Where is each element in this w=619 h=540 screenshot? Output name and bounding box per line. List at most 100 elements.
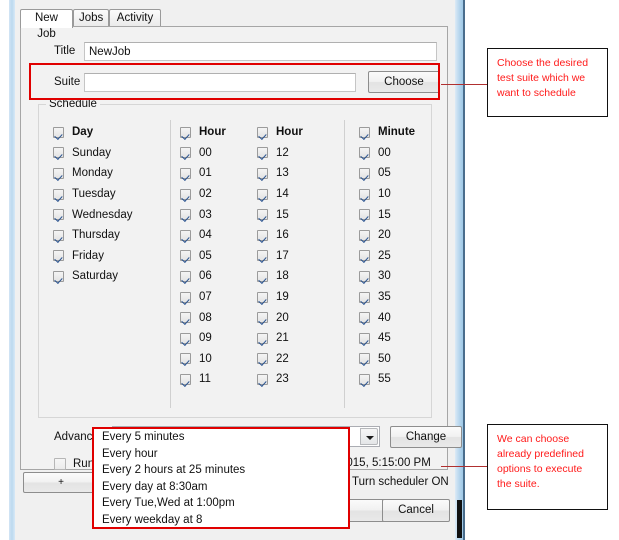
checkbox-checked-icon[interactable] — [257, 167, 268, 179]
checkbox-checked-icon[interactable] — [180, 373, 191, 385]
checkbox-checked-icon[interactable] — [359, 291, 370, 303]
checkbox-checked-icon[interactable] — [359, 332, 370, 344]
checkbox-checked-icon[interactable] — [359, 353, 370, 365]
checkbox-checked-icon[interactable] — [257, 126, 268, 138]
title-input[interactable] — [84, 42, 437, 61]
schedule-checkbox-row[interactable]: 03 — [180, 204, 250, 225]
schedule-checkbox-row[interactable]: 15 — [257, 204, 327, 225]
checkbox-checked-icon[interactable] — [257, 291, 268, 303]
schedule-checkbox-row[interactable]: 16 — [257, 225, 327, 246]
schedule-header-row[interactable]: Hour — [180, 122, 250, 143]
schedule-checkbox-row[interactable]: 00 — [180, 143, 250, 164]
advanced-dropdown-list[interactable]: Every 5 minutes Every hour Every 2 hours a… — [92, 427, 350, 529]
checkbox-checked-icon[interactable] — [257, 229, 268, 241]
checkbox-checked-icon[interactable] — [53, 229, 64, 241]
checkbox-checked-icon[interactable] — [359, 188, 370, 200]
checkbox-checked-icon[interactable] — [359, 270, 370, 282]
checkbox-checked-icon[interactable] — [359, 250, 370, 262]
checkbox-checked-icon[interactable] — [180, 229, 191, 241]
schedule-checkbox-row[interactable]: 50 — [359, 349, 439, 370]
add-button[interactable]: + — [23, 472, 99, 493]
dropdown-option[interactable]: Every hour — [94, 446, 348, 463]
schedule-checkbox-row[interactable]: Monday — [53, 163, 163, 184]
checkbox-checked-icon[interactable] — [180, 167, 191, 179]
checkbox-checked-icon[interactable] — [257, 332, 268, 344]
schedule-checkbox-row[interactable]: 45 — [359, 328, 439, 349]
schedule-checkbox-row[interactable]: 20 — [257, 307, 327, 328]
schedule-checkbox-row[interactable]: 25 — [359, 246, 439, 267]
checkbox-checked-icon[interactable] — [53, 126, 64, 138]
checkbox-checked-icon[interactable] — [53, 188, 64, 200]
schedule-checkbox-row[interactable]: Friday — [53, 246, 163, 267]
change-button[interactable]: Change — [390, 426, 462, 448]
schedule-checkbox-row[interactable]: 22 — [257, 349, 327, 370]
schedule-checkbox-row[interactable]: Thursday — [53, 225, 163, 246]
checkbox-checked-icon[interactable] — [180, 312, 191, 324]
checkbox-checked-icon[interactable] — [180, 332, 191, 344]
schedule-checkbox-row[interactable]: 13 — [257, 163, 327, 184]
schedule-checkbox-row[interactable]: 35 — [359, 287, 439, 308]
checkbox-checked-icon[interactable] — [53, 167, 64, 179]
schedule-checkbox-row[interactable]: 40 — [359, 307, 439, 328]
checkbox-checked-icon[interactable] — [180, 250, 191, 262]
schedule-checkbox-row[interactable]: 00 — [359, 143, 439, 164]
schedule-checkbox-row[interactable]: Tuesday — [53, 184, 163, 205]
checkbox-checked-icon[interactable] — [257, 250, 268, 262]
schedule-checkbox-row[interactable]: 14 — [257, 184, 327, 205]
checkbox-checked-icon[interactable] — [180, 209, 191, 221]
checkbox-checked-icon[interactable] — [257, 147, 268, 159]
schedule-checkbox-row[interactable]: 15 — [359, 204, 439, 225]
checkbox-checked-icon[interactable] — [257, 312, 268, 324]
schedule-checkbox-row[interactable]: 07 — [180, 287, 250, 308]
schedule-checkbox-row[interactable]: 09 — [180, 328, 250, 349]
schedule-checkbox-row[interactable]: 05 — [359, 163, 439, 184]
checkbox-checked-icon[interactable] — [53, 250, 64, 262]
schedule-checkbox-row[interactable]: Wednesday — [53, 204, 163, 225]
checkbox-checked-icon[interactable] — [359, 126, 370, 138]
tab-activity[interactable]: Activity — [109, 9, 161, 27]
dropdown-option[interactable]: Every Tue,Wed at 1:00pm — [94, 495, 348, 512]
schedule-checkbox-row[interactable]: 18 — [257, 266, 327, 287]
cancel-button[interactable]: Cancel — [382, 499, 450, 522]
schedule-checkbox-row[interactable]: 10 — [180, 349, 250, 370]
checkbox-checked-icon[interactable] — [180, 126, 191, 138]
dropdown-option[interactable]: Every 5 minutes — [94, 429, 348, 446]
checkbox-checked-icon[interactable] — [53, 270, 64, 282]
tab-new-job[interactable]: New Job — [20, 9, 73, 40]
checkbox-checked-icon[interactable] — [180, 188, 191, 200]
checkbox-checked-icon[interactable] — [257, 353, 268, 365]
schedule-checkbox-row[interactable]: 17 — [257, 246, 327, 267]
schedule-checkbox-row[interactable]: 19 — [257, 287, 327, 308]
checkbox-checked-icon[interactable] — [257, 270, 268, 282]
schedule-checkbox-row[interactable]: 04 — [180, 225, 250, 246]
schedule-checkbox-row[interactable]: 20 — [359, 225, 439, 246]
schedule-checkbox-row[interactable]: 23 — [257, 369, 327, 390]
checkbox-checked-icon[interactable] — [180, 353, 191, 365]
schedule-checkbox-row[interactable]: 06 — [180, 266, 250, 287]
checkbox-checked-icon[interactable] — [359, 312, 370, 324]
schedule-checkbox-row[interactable]: 01 — [180, 163, 250, 184]
schedule-checkbox-row[interactable]: 10 — [359, 184, 439, 205]
schedule-checkbox-row[interactable]: 30 — [359, 266, 439, 287]
schedule-checkbox-row[interactable]: 11 — [180, 369, 250, 390]
schedule-checkbox-row[interactable]: 12 — [257, 143, 327, 164]
checkbox-checked-icon[interactable] — [359, 147, 370, 159]
checkbox-checked-icon[interactable] — [359, 229, 370, 241]
schedule-checkbox-row[interactable]: 55 — [359, 369, 439, 390]
checkbox-checked-icon[interactable] — [257, 188, 268, 200]
chevron-down-icon[interactable] — [360, 428, 378, 445]
checkbox-checked-icon[interactable] — [53, 147, 64, 159]
checkbox-checked-icon[interactable] — [180, 147, 191, 159]
checkbox-checked-icon[interactable] — [257, 209, 268, 221]
checkbox-checked-icon[interactable] — [53, 209, 64, 221]
checkbox-checked-icon[interactable] — [359, 373, 370, 385]
schedule-header-row[interactable]: Day — [53, 122, 163, 143]
schedule-checkbox-row[interactable]: 02 — [180, 184, 250, 205]
schedule-header-row[interactable]: Minute — [359, 122, 439, 143]
tab-jobs[interactable]: Jobs — [73, 9, 109, 27]
checkbox-checked-icon[interactable] — [257, 373, 268, 385]
checkbox-checked-icon[interactable] — [180, 291, 191, 303]
checkbox-checked-icon[interactable] — [180, 270, 191, 282]
dropdown-option[interactable]: Every day at 8:30am — [94, 479, 348, 496]
schedule-checkbox-row[interactable]: Saturday — [53, 266, 163, 287]
